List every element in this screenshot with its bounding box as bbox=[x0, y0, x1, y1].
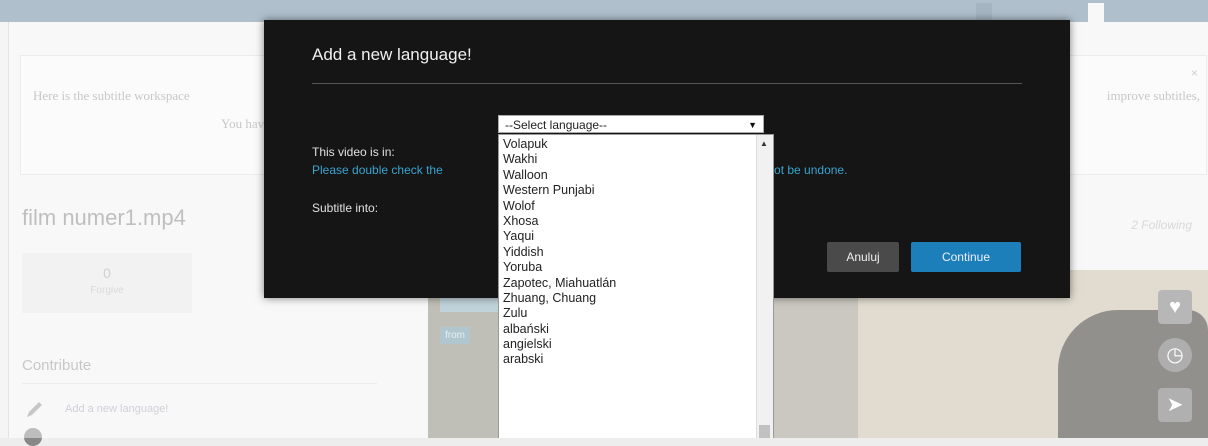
language-option[interactable]: Wolof bbox=[499, 199, 757, 214]
scrollbar-thumb[interactable] bbox=[759, 425, 770, 438]
language-option[interactable]: Western Punjabi bbox=[499, 183, 757, 198]
language-option[interactable]: Volapuk bbox=[499, 137, 757, 152]
dropdown-arrow-icon: ▼ bbox=[748, 120, 757, 130]
language-option[interactable]: angielski bbox=[499, 337, 757, 352]
scrollbar[interactable]: ▲ bbox=[756, 135, 773, 438]
language-option[interactable]: Zhuang, Chuang bbox=[499, 291, 757, 306]
continue-button[interactable]: Continue bbox=[911, 242, 1021, 272]
language-option[interactable]: Yoruba bbox=[499, 260, 757, 275]
dialog-title: Add a new language! bbox=[312, 45, 472, 64]
video-language-label: This video is in: bbox=[312, 145, 395, 159]
language-dropdown-list[interactable]: Volapuk Wakhi Walloon Western Punjabi Wolof X… bbox=[498, 134, 774, 438]
scroll-up-icon[interactable]: ▲ bbox=[760, 139, 768, 148]
language-option[interactable]: Yaqui bbox=[499, 229, 757, 244]
select-value: --Select language-- bbox=[505, 118, 608, 132]
subtitle-into-label: Subtitle into: bbox=[312, 201, 379, 215]
language-option[interactable]: albański bbox=[499, 322, 757, 337]
language-option[interactable]: Zulu bbox=[499, 306, 757, 321]
language-option[interactable]: Xhosa bbox=[499, 214, 757, 229]
cancel-button[interactable]: Anuluj bbox=[827, 242, 899, 272]
divider bbox=[312, 83, 1022, 84]
language-select[interactable]: --Select language-- ▼ bbox=[498, 115, 764, 133]
language-option[interactable]: Zapotec, Miahuatlán bbox=[499, 276, 757, 291]
language-option[interactable]: arabski bbox=[499, 352, 757, 367]
language-option[interactable]: Yiddish bbox=[499, 245, 757, 260]
language-option[interactable]: Walloon bbox=[499, 168, 757, 183]
language-option[interactable]: Wakhi bbox=[499, 152, 757, 167]
warning-text: Please double check the bbox=[312, 163, 443, 177]
